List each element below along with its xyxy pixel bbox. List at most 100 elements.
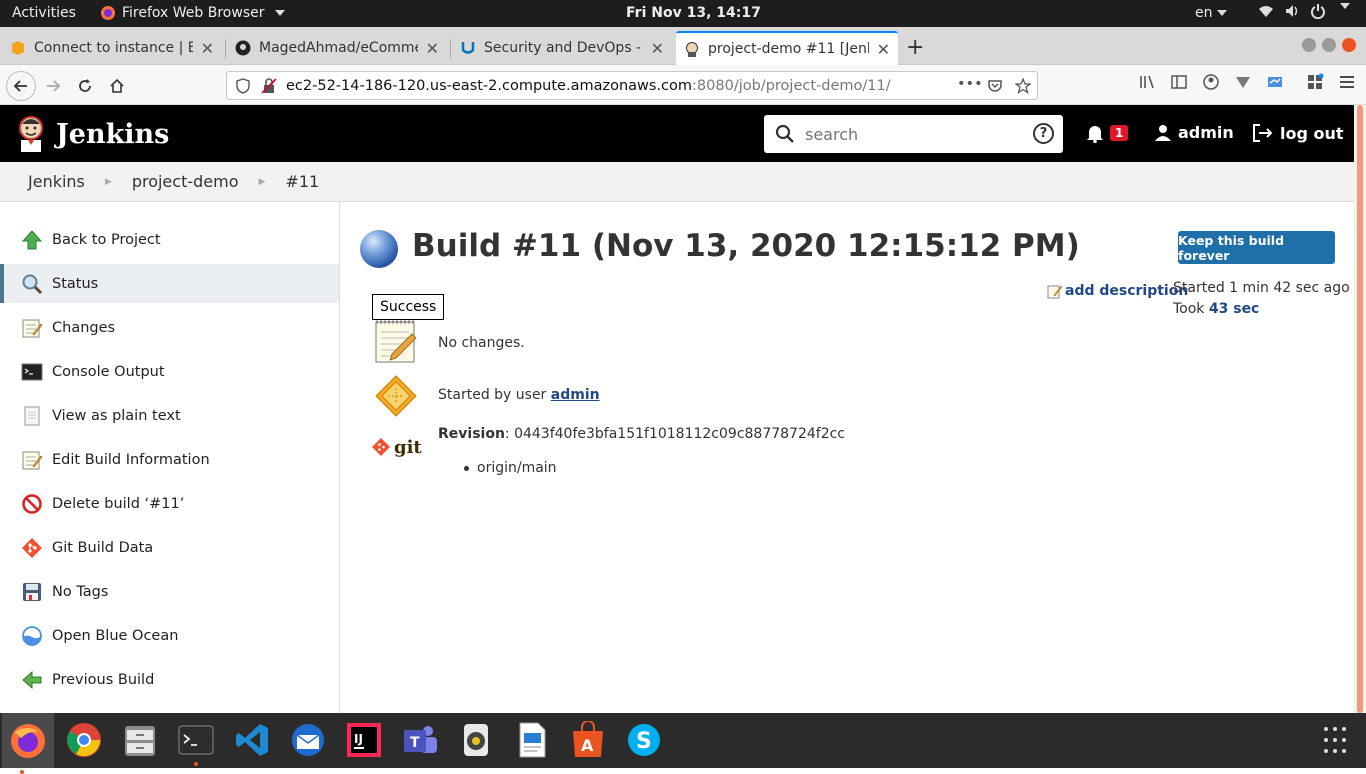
activities-button[interactable]: Activities (12, 5, 76, 21)
chevron-right-icon[interactable]: ▶ (259, 177, 266, 187)
window-close-button[interactable] (1342, 38, 1356, 52)
power-icon (1311, 4, 1325, 19)
build-meta: Started 1 min 42 sec ago Took 43 sec (1173, 278, 1350, 320)
extension-v-icon[interactable] (1234, 73, 1252, 91)
task-changes[interactable]: Changes (0, 308, 339, 347)
dock-vscode[interactable] (232, 720, 272, 760)
close-icon[interactable]: ✕ (877, 40, 890, 59)
udacity-icon (461, 42, 475, 54)
app-menu[interactable]: Firefox Web Browser (100, 5, 285, 21)
dock-terminal[interactable] (176, 720, 216, 766)
dock-intellij[interactable]: IJ (344, 720, 384, 760)
task-delete-build[interactable]: Delete build ‘#11’ (0, 484, 339, 523)
task-label: Previous Build (52, 671, 155, 688)
pocket-icon[interactable] (987, 78, 1003, 94)
extension-icon[interactable] (1266, 73, 1284, 91)
bookmark-star-icon[interactable] (1015, 78, 1031, 94)
new-tab-button[interactable]: + (906, 35, 924, 60)
reload-icon (79, 79, 91, 92)
user-link[interactable]: admin (1154, 123, 1234, 142)
maximize-button[interactable] (1322, 38, 1336, 52)
dock-chrome[interactable] (64, 720, 104, 760)
tab-title: MagedAhmad/eCommerce (259, 40, 418, 56)
sidebar-icon[interactable] (1170, 73, 1188, 91)
branch-list-item: origin/main (464, 460, 557, 476)
close-icon[interactable]: ✕ (426, 39, 439, 58)
notepad-icon (22, 319, 43, 337)
dock-firefox[interactable] (2, 713, 54, 774)
started-by-label: Started by user (438, 387, 547, 403)
file-cabinet-icon (125, 726, 155, 756)
navigation-bar: ec2-52-14-186-120.us-east-2.compute.amaz… (0, 65, 1366, 105)
document-icon (519, 722, 546, 758)
notifications-button[interactable]: 1 (1086, 123, 1129, 143)
jenkins-icon (686, 42, 698, 57)
clock[interactable]: Fri Nov 13, 14:17 (626, 5, 761, 21)
dock-thunderbird[interactable] (288, 720, 328, 760)
back-button[interactable] (6, 71, 36, 101)
started-by-user-link[interactable]: admin (551, 387, 600, 403)
library-icon[interactable] (1138, 73, 1156, 91)
svg-text:IJ: IJ (354, 732, 363, 746)
task-view-plain-text[interactable]: View as plain text (0, 396, 339, 435)
bell-icon (1087, 126, 1103, 143)
account-icon[interactable] (1202, 73, 1220, 91)
task-back-to-project[interactable]: Back to Project (0, 220, 339, 259)
task-open-blue-ocean[interactable]: Open Blue Ocean (0, 616, 339, 655)
took-value-link[interactable]: 43 sec (1209, 301, 1259, 317)
chevron-right-icon[interactable]: ▶ (105, 177, 112, 187)
add-description-link[interactable]: add description (1047, 283, 1188, 299)
page-actions-icon[interactable]: ••• (957, 76, 983, 92)
breadcrumb-jenkins[interactable]: Jenkins (28, 172, 85, 191)
intellij-icon: IJ (347, 723, 381, 757)
scrollbar-thumb[interactable] (1357, 105, 1363, 713)
reload-button[interactable] (70, 71, 100, 101)
tab-udacity[interactable]: Security and DevOps - Udacity ✕ (452, 31, 672, 65)
main-panel: Build #11 (Nov 13, 2020 12:15:12 PM) Kee… (340, 202, 1354, 713)
keep-build-forever-button[interactable]: Keep this build forever (1178, 231, 1335, 264)
task-no-tags[interactable]: No Tags (0, 572, 339, 611)
extensions-puzzle-icon[interactable] (1306, 73, 1324, 91)
page-scrollbar[interactable] (1354, 105, 1366, 713)
logout-label: log out (1280, 123, 1344, 143)
search-input[interactable] (805, 124, 1025, 144)
insecure-lock-icon (261, 77, 277, 94)
help-icon[interactable]: ? (1033, 123, 1054, 144)
forward-button[interactable] (38, 71, 68, 101)
tab-aws[interactable]: Connect to instance | EC2 ✕ (2, 31, 222, 65)
tab-jenkins[interactable]: project-demo #11 [Jenkins] ✕ (676, 31, 898, 65)
show-applications-button[interactable] (1324, 727, 1352, 755)
dock-software[interactable]: A (568, 720, 608, 760)
url-bar[interactable]: ec2-52-14-186-120.us-east-2.compute.amaz… (226, 71, 1038, 100)
minimize-button[interactable] (1302, 38, 1316, 52)
user-cause-icon (375, 375, 417, 417)
close-icon[interactable]: ✕ (651, 39, 664, 58)
close-icon[interactable]: ✕ (201, 39, 214, 58)
tab-github[interactable]: MagedAhmad/eCommerce ✕ (227, 31, 447, 65)
user-icon (1155, 124, 1171, 141)
menu-icon[interactable] (1338, 73, 1356, 91)
task-previous-build[interactable]: Previous Build (0, 660, 339, 699)
language-selector[interactable]: en (1195, 5, 1227, 21)
dock-skype[interactable]: S (624, 720, 664, 760)
dock-files[interactable] (120, 720, 160, 760)
breadcrumb-build[interactable]: #11 (285, 172, 319, 191)
task-label: View as plain text (52, 407, 181, 424)
notepad-icon (1047, 285, 1063, 299)
dock-writer[interactable] (512, 720, 552, 760)
system-menu[interactable] (1258, 3, 1350, 19)
jenkins-home-link[interactable]: Jenkins (16, 114, 169, 154)
arrow-left-icon (13, 80, 27, 92)
search-box[interactable]: ? (764, 115, 1063, 153)
logout-link[interactable]: log out (1252, 123, 1344, 143)
side-panel: Back to Project Status Changes Console O… (0, 202, 340, 713)
task-status[interactable]: Status (0, 264, 339, 303)
task-edit-build-information[interactable]: Edit Build Information (0, 440, 339, 479)
dock-rhythmbox[interactable] (456, 720, 496, 760)
dock-teams[interactable]: T (400, 720, 440, 760)
home-button[interactable] (102, 71, 132, 101)
task-git-build-data[interactable]: Git Build Data (0, 528, 339, 567)
aws-icon (12, 41, 24, 55)
breadcrumb-project[interactable]: project-demo (132, 172, 239, 191)
task-console-output[interactable]: Console Output (0, 352, 339, 391)
